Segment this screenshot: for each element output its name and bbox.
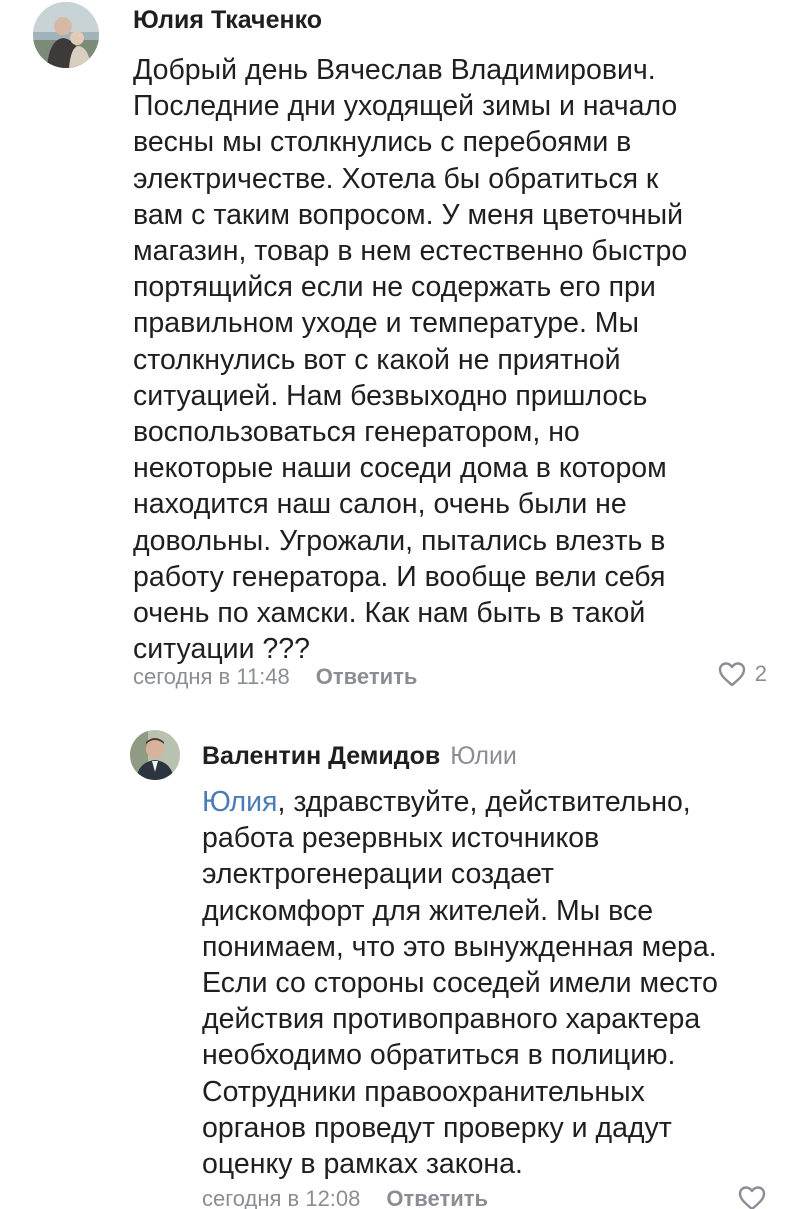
text-line: правильном уходе и температуре. Мы [133,307,640,340]
text-line: необходимо обратиться в полицию. [202,1039,676,1072]
reply-text: Юлия, здравствуйте, действительно, работ… [202,784,782,1182]
text-line: понимаем, что это вынужденная мера. [202,930,717,963]
like-button[interactable] [737,1184,767,1209]
comment-time[interactable]: сегодня в 11:48 [133,664,290,689]
heart-icon [737,1184,767,1209]
reply-meta: сегодня в 12:08 Ответить [202,1186,488,1209]
reply-button[interactable]: Ответить [316,664,418,689]
comment-text: Добрый день Вячеслав Владимирович. Послед… [133,52,773,667]
text-line: портящийся если не содержать его при [133,271,656,304]
text-line: Добрый день Вячеслав Владимирович. [133,54,656,86]
text-line: весны мы столкнулись с перебоями в [133,126,632,159]
text-line: вам с таким вопросом. У меня цветочный [133,198,684,231]
text-line: некоторые наши соседи дома в котором [133,452,667,485]
avatar-image [130,730,180,780]
heart-icon [717,660,747,688]
avatar[interactable] [130,730,180,780]
like-button[interactable]: 2 [717,660,767,688]
text-line: очень по хамски. Как нам быть в такой [133,597,646,630]
reply-to[interactable]: Юлии [450,742,517,770]
avatar-image [33,2,99,68]
text-line: работу генератора. И вообще вели себя [133,560,666,593]
text-line: столкнулись вот с какой не приятной [133,343,621,376]
reply-time[interactable]: сегодня в 12:08 [202,1186,360,1209]
text-line: Если со стороны соседей имели место [202,967,718,1000]
text-line: дискомфорт для жителей. Мы все [202,894,654,927]
text-line: ситуацией. Нам безвыходно пришлось [133,379,648,412]
comment-meta: сегодня в 11:48 Ответить [133,664,417,690]
text-line: электричестве. Хотела бы обратиться к [133,162,659,195]
text-line: органов проведут проверку и дадут [202,1111,672,1144]
reply-first-line-rest: , здравствуйте, действительно, [277,786,691,818]
mention-link[interactable]: Юлия [202,786,278,818]
text-line: магазин, товар в нем естественно быстро [133,235,688,268]
comment-author[interactable]: Юлия Ткаченко [133,6,322,35]
like-count: 2 [754,661,767,686]
reply-button[interactable]: Ответить [386,1186,488,1209]
text-line: оценку в рамках закона. [202,1148,523,1181]
comments-thread: Юлия Ткаченко Добрый день Вячеслав Влади… [0,0,800,1209]
text-line: работа резервных источников [202,822,600,855]
text-line: электрогенерации создает [202,858,554,891]
avatar[interactable] [33,2,99,68]
text-line: действия противоправного характера [202,1003,701,1036]
reply-first-line: Юлия, здравствуйте, действительно, [202,784,782,820]
text-line: Последние дни уходящей зимы и начало [133,90,678,123]
text-line: довольны. Угрожали, пытались влезть в [133,524,666,557]
reply-author-line: Валентин Демидов Юлии [202,742,517,771]
reply-author[interactable]: Валентин Демидов [202,742,440,770]
text-line: ситуации ??? [133,633,310,666]
text-line: воспользоваться генератором, но [133,416,580,449]
text-line: Сотрудники правоохранительных [202,1075,645,1108]
text-line: находится наш салон, очень были не [133,488,627,521]
